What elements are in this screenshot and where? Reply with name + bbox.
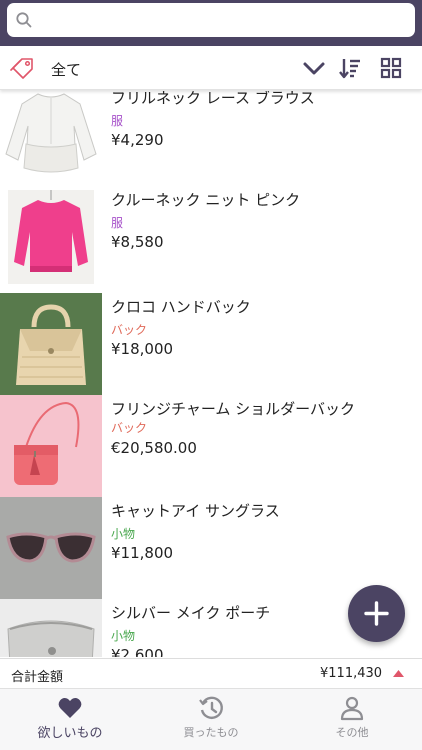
item-price: ¥18,000 — [111, 340, 174, 358]
list-item[interactable]: フリンジチャーム ショルダーバック バック €20,580.00 — [0, 395, 422, 497]
history-icon — [199, 696, 223, 719]
item-name: シルバー メイク ポーチ — [111, 604, 271, 622]
item-category: バック — [111, 323, 148, 337]
item-thumbnail — [0, 497, 102, 599]
item-price: ¥2,600 — [111, 646, 164, 657]
caret-up-icon[interactable] — [393, 670, 404, 677]
sort-icon[interactable] — [338, 56, 362, 80]
total-bar[interactable]: 合計金額 ¥111,430 — [0, 658, 422, 688]
item-list: フリルネック レース ブラウス 服 ¥4,290 クルーネック ニット ピンク … — [0, 91, 422, 657]
grid-view-icon[interactable] — [380, 57, 402, 79]
tab-bar: 欲しいもの 買ったもの その他 — [0, 688, 422, 750]
total-label: 合計金額 — [11, 670, 64, 685]
person-icon — [340, 696, 364, 721]
heart-icon — [58, 698, 82, 718]
item-name: フリンジチャーム ショルダーバック — [111, 400, 356, 418]
tag-icon[interactable] — [10, 55, 36, 81]
tab-other[interactable]: その他 — [282, 689, 422, 750]
item-category: 服 — [111, 216, 124, 230]
add-item-button[interactable] — [348, 585, 405, 642]
search-input[interactable] — [39, 9, 399, 31]
top-bar — [0, 0, 422, 46]
list-item[interactable]: キャットアイ サングラス 小物 ¥11,800 — [0, 497, 422, 599]
list-item[interactable]: クロコ ハンドバック バック ¥18,000 — [0, 293, 422, 395]
total-value: ¥111,430 — [320, 666, 383, 681]
plus-icon — [364, 601, 389, 626]
list-item[interactable]: クルーネック ニット ピンク 服 ¥8,580 — [0, 186, 422, 288]
item-thumbnail — [0, 599, 102, 657]
item-thumbnail — [0, 186, 102, 288]
item-price: ¥4,290 — [111, 131, 164, 149]
filter-bar: 全て — [0, 46, 422, 90]
filter-label[interactable]: 全て — [51, 59, 81, 80]
item-price: €20,580.00 — [111, 439, 197, 457]
item-thumbnail — [0, 293, 102, 395]
item-name: フリルネック レース ブラウス — [111, 91, 315, 107]
chevron-down-icon[interactable] — [302, 57, 326, 79]
item-category: 小物 — [111, 629, 136, 643]
item-name: クロコ ハンドバック — [111, 298, 251, 316]
item-name: キャットアイ サングラス — [111, 502, 280, 520]
item-name: クルーネック ニット ピンク — [111, 191, 301, 209]
search-bar[interactable] — [7, 3, 415, 37]
tab-label: その他 — [335, 726, 369, 739]
tab-wishlist[interactable]: 欲しいもの — [0, 689, 140, 750]
item-price: ¥8,580 — [111, 233, 164, 251]
search-icon — [16, 12, 32, 28]
tab-label: 買ったもの — [183, 726, 239, 739]
item-thumbnail — [0, 395, 102, 497]
list-item[interactable]: フリルネック レース ブラウス 服 ¥4,290 — [0, 91, 422, 186]
item-thumbnail — [0, 91, 102, 186]
item-category: バック — [111, 421, 148, 435]
tab-purchased[interactable]: 買ったもの — [141, 689, 281, 750]
tab-label: 欲しいもの — [37, 726, 103, 741]
item-price: ¥11,800 — [111, 544, 174, 562]
item-category: 服 — [111, 114, 124, 128]
item-category: 小物 — [111, 527, 136, 541]
